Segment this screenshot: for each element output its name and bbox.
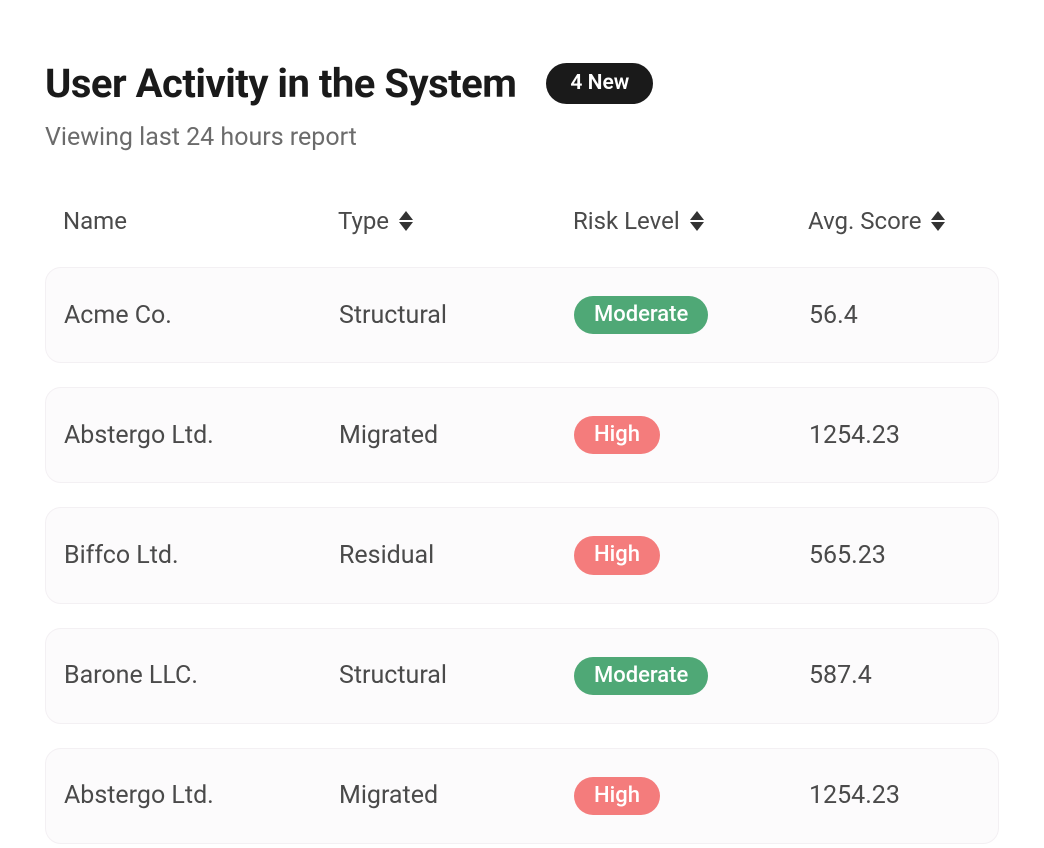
sort-desc-icon	[931, 222, 945, 231]
cell-score: 56.4	[809, 301, 980, 330]
cell-name: Biffco Ltd.	[64, 541, 339, 570]
risk-badge: High	[574, 777, 660, 815]
risk-badge: Moderate	[574, 657, 708, 695]
risk-badge: High	[574, 536, 660, 574]
risk-badge: Moderate	[574, 296, 708, 334]
column-header-name: Name	[63, 207, 338, 235]
column-header-risk[interactable]: Risk Level	[573, 207, 808, 235]
sort-asc-icon	[690, 211, 704, 220]
sort-desc-icon	[399, 222, 413, 231]
column-label: Avg. Score	[808, 207, 921, 235]
table-row[interactable]: Abstergo Ltd.MigratedHigh 1254.23	[45, 748, 999, 844]
risk-badge: High	[574, 416, 660, 454]
table-body: Acme Co.StructuralModerate56.4Abstergo L…	[45, 267, 999, 844]
cell-name: Abstergo Ltd.	[64, 781, 339, 810]
cell-type: Migrated	[339, 421, 574, 450]
new-count-badge: 4 New	[546, 63, 653, 104]
cell-name: Barone LLC.	[64, 661, 339, 690]
cell-score: 565.23	[809, 541, 980, 570]
sort-icon[interactable]	[931, 211, 945, 231]
cell-type: Structural	[339, 301, 574, 330]
cell-name: Acme Co.	[64, 301, 339, 330]
sort-icon[interactable]	[399, 211, 413, 231]
cell-risk: High	[574, 777, 809, 815]
page-title: User Activity in the System	[45, 60, 516, 107]
cell-score: 587.4	[809, 661, 980, 690]
column-header-score[interactable]: Avg. Score	[808, 207, 981, 235]
table-row[interactable]: Biffco Ltd.ResidualHigh 565.23	[45, 507, 999, 603]
cell-score: 1254.23	[809, 421, 980, 450]
cell-type: Structural	[339, 661, 574, 690]
page-subtitle: Viewing last 24 hours report	[45, 123, 999, 152]
cell-risk: Moderate	[574, 657, 809, 695]
cell-risk: Moderate	[574, 296, 809, 334]
cell-risk: High	[574, 416, 809, 454]
sort-asc-icon	[399, 211, 413, 220]
sort-icon[interactable]	[690, 211, 704, 231]
cell-risk: High	[574, 536, 809, 574]
cell-score: 1254.23	[809, 781, 980, 810]
table-row[interactable]: Acme Co.StructuralModerate 56.4	[45, 267, 999, 363]
column-header-type[interactable]: Type	[338, 207, 573, 235]
table-header: Name Type Risk Level Avg. Score	[45, 207, 999, 267]
table-row[interactable]: Barone LLC.StructuralModerate 587.4	[45, 628, 999, 724]
cell-name: Abstergo Ltd.	[64, 421, 339, 450]
table-row[interactable]: Abstergo Ltd.MigratedHigh 1254.23	[45, 387, 999, 483]
column-label: Name	[63, 207, 127, 235]
column-label: Type	[338, 207, 389, 235]
column-label: Risk Level	[573, 207, 680, 235]
sort-desc-icon	[690, 222, 704, 231]
cell-type: Residual	[339, 541, 574, 570]
sort-asc-icon	[931, 211, 945, 220]
cell-type: Migrated	[339, 781, 574, 810]
